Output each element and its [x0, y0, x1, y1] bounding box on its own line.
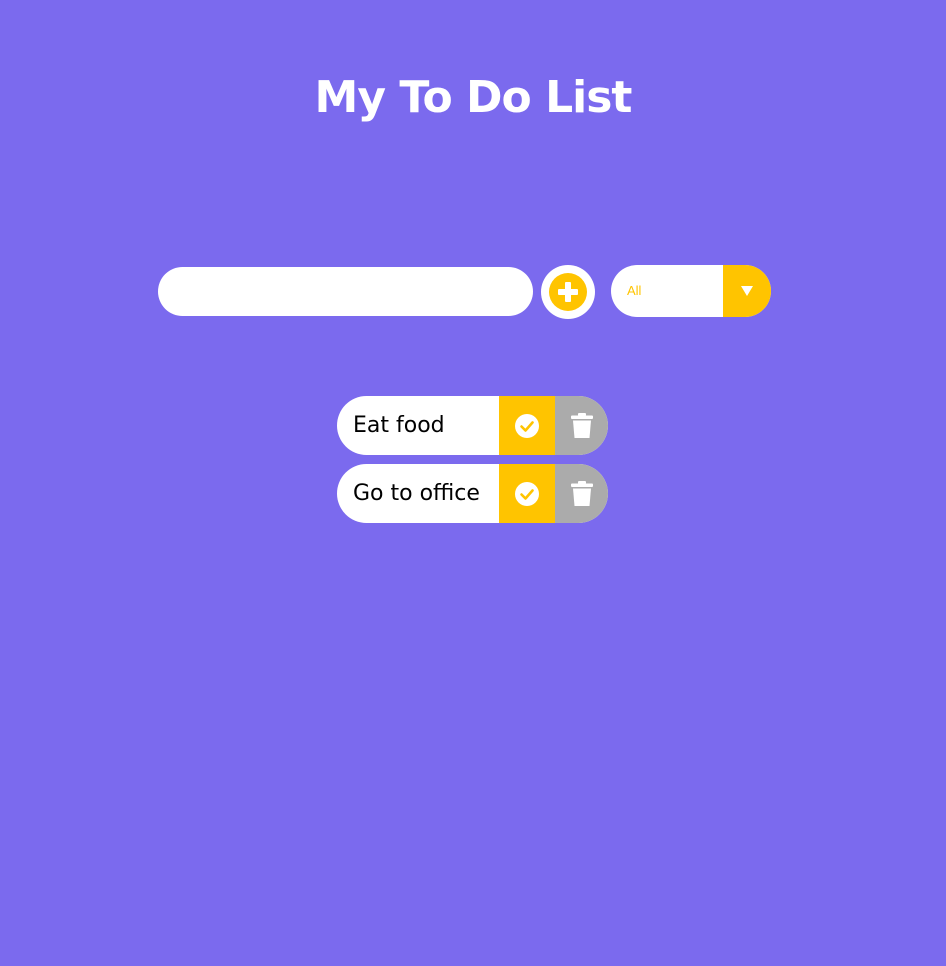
trash-icon — [570, 412, 593, 439]
todo-text: Go to office — [353, 481, 480, 506]
page-title: My To Do List — [314, 72, 633, 123]
todo-item: Eat food — [337, 396, 608, 455]
filter-select[interactable]: All — [611, 265, 771, 317]
delete-button[interactable] — [555, 396, 608, 455]
todo-item: Go to office — [337, 464, 608, 523]
complete-button[interactable] — [499, 464, 555, 523]
check-circle-icon — [515, 481, 539, 506]
todo-input[interactable] — [158, 267, 533, 316]
check-circle-icon — [515, 413, 539, 438]
trash-icon — [570, 480, 593, 507]
todo-text: Eat food — [353, 413, 445, 438]
filter-selected-value: All — [627, 283, 642, 298]
complete-button[interactable] — [499, 396, 555, 455]
plus-circle-icon — [549, 273, 587, 311]
delete-button[interactable] — [555, 464, 608, 523]
dropdown-arrow-icon[interactable] — [723, 265, 771, 317]
add-todo-button[interactable] — [541, 265, 595, 319]
